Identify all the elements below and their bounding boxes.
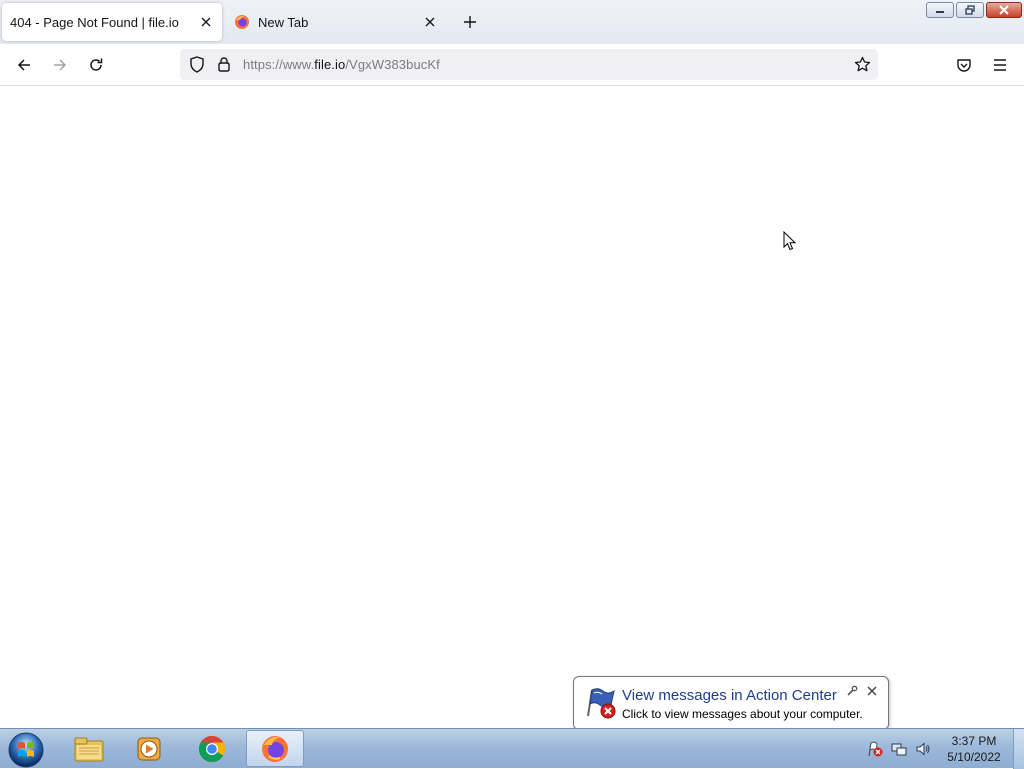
hamburger-menu-icon (994, 59, 1006, 71)
url-host: file.io (314, 57, 346, 72)
volume-tray-icon[interactable] (915, 741, 931, 757)
taskbar-google-chrome[interactable] (183, 730, 241, 767)
back-button[interactable] (11, 52, 37, 78)
show-desktop-button[interactable] (1013, 729, 1024, 769)
tab-active[interactable]: 404 - Page Not Found | file.io (2, 3, 222, 41)
taskbar-windows-media-player[interactable] (120, 730, 178, 767)
action-center-notification[interactable]: View messages in Action Center Click to … (573, 676, 889, 730)
tracking-protection-shield-icon[interactable] (189, 56, 205, 73)
taskbar-windows-explorer[interactable] (60, 730, 118, 767)
action-center-tray-icon[interactable] (867, 741, 883, 757)
reload-icon (90, 58, 103, 71)
tab-close-icon[interactable] (422, 14, 438, 30)
pocket-button[interactable] (951, 52, 977, 78)
tab-close-icon[interactable] (198, 14, 214, 30)
forward-button[interactable] (47, 52, 73, 78)
chrome-icon (198, 735, 226, 762)
windows-orb-icon (8, 732, 44, 768)
taskbar-firefox[interactable] (246, 730, 304, 767)
navigation-toolbar: https://www.file.io/VgxW383bucKf (0, 44, 1024, 86)
minimize-icon (936, 11, 944, 13)
forward-arrow-icon (54, 59, 67, 71)
notification-close-icon[interactable] (866, 685, 878, 697)
window-controls (924, 2, 1022, 20)
lock-icon[interactable] (217, 56, 231, 73)
clock-date: 5/10/2022 (947, 750, 1001, 764)
tab-new-tab[interactable]: New Tab (226, 3, 446, 41)
taskbar-clock[interactable]: 3:37 PM 5/10/2022 (938, 733, 1010, 765)
tab-title: New Tab (258, 14, 309, 30)
back-arrow-icon (17, 59, 30, 71)
url-path: /VgxW383bucKf (345, 57, 440, 72)
firefox-icon (234, 14, 250, 30)
bookmark-star-icon[interactable] (854, 56, 871, 73)
action-center-flag-icon (584, 686, 618, 720)
reload-button[interactable] (83, 52, 109, 78)
minimize-button[interactable] (926, 2, 954, 18)
media-player-icon (137, 737, 161, 760)
notification-body: Click to view messages about your comput… (622, 707, 863, 721)
close-icon (999, 5, 1009, 15)
pocket-icon (957, 59, 971, 72)
url-text[interactable]: https://www.file.io/VgxW383bucKf (243, 57, 440, 72)
start-button[interactable] (6, 730, 46, 768)
app-menu-button[interactable] (987, 52, 1013, 78)
new-tab-button[interactable] (458, 10, 482, 34)
restore-button[interactable] (956, 2, 984, 18)
url-prefix: https://www. (243, 57, 315, 72)
network-tray-icon[interactable] (891, 741, 907, 757)
notification-title[interactable]: View messages in Action Center (622, 687, 837, 704)
close-window-button[interactable] (986, 2, 1022, 18)
tab-title: 404 - Page Not Found | file.io (10, 14, 179, 30)
folder-icon (74, 737, 104, 761)
mouse-cursor-icon (783, 231, 797, 251)
clock-time: 3:37 PM (951, 734, 997, 748)
restore-icon (965, 5, 975, 15)
taskbar: 3:37 PM 5/10/2022 (0, 728, 1024, 769)
page-content (0, 86, 1024, 728)
tab-strip: 404 - Page Not Found | file.io New Tab (0, 0, 1024, 44)
address-bar[interactable]: https://www.file.io/VgxW383bucKf (180, 49, 878, 80)
firefox-icon (262, 735, 288, 762)
wrench-icon[interactable] (846, 685, 858, 697)
plus-icon (464, 16, 476, 28)
